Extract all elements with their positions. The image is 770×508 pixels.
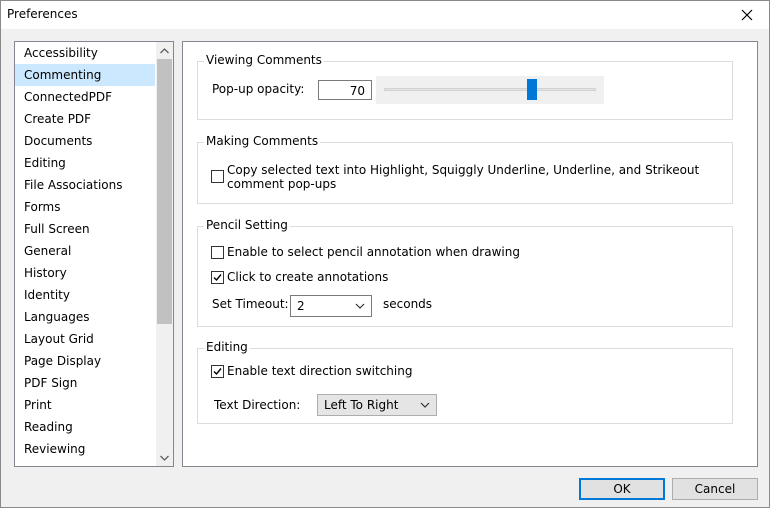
scroll-up-button[interactable] (156, 42, 173, 59)
category-item[interactable]: Accessibility (15, 42, 155, 64)
set-timeout-label: Set Timeout: (212, 297, 289, 311)
cancel-button[interactable]: Cancel (672, 478, 758, 500)
popup-opacity-slider[interactable] (376, 76, 604, 104)
preferences-dialog: Preferences Accessibility Commenting Conne… (0, 0, 770, 508)
ok-button[interactable]: OK (579, 478, 665, 500)
group-title: Pencil Setting (204, 218, 290, 232)
category-item[interactable]: Full Screen (15, 218, 155, 240)
close-icon (741, 9, 753, 21)
chevron-down-icon (420, 395, 430, 421)
category-scrollbar[interactable] (156, 42, 173, 466)
chevron-up-icon (160, 47, 169, 53)
enable-pencil-label: Enable to select pencil annotation when … (227, 245, 520, 259)
category-item[interactable]: Forms (15, 196, 155, 218)
text-direction-field-label: Text Direction: (214, 398, 301, 412)
copy-text-checkbox[interactable] (211, 170, 224, 183)
chevron-down-icon (160, 455, 169, 461)
checkmark-icon (213, 274, 222, 282)
window-title: Preferences (7, 7, 78, 21)
text-direction-select[interactable]: Left To Right (317, 394, 437, 416)
timeout-unit: seconds (383, 297, 433, 311)
category-item[interactable]: General (15, 240, 155, 262)
enable-pencil-checkbox[interactable] (211, 246, 224, 259)
category-item[interactable]: Editing (15, 152, 155, 174)
text-direction-checkbox[interactable] (211, 365, 224, 378)
category-list[interactable]: Accessibility Commenting ConnectedPDF Creat… (14, 41, 174, 467)
category-item[interactable]: PDF Sign (15, 372, 155, 394)
copy-text-label: Copy selected text into Highlight, Squig… (227, 163, 699, 191)
text-direction-label: Enable text direction switching (227, 364, 413, 378)
category-item[interactable]: Commenting (15, 64, 155, 86)
category-item[interactable]: Create PDF (15, 108, 155, 130)
pencil-setting-group: Pencil Setting Enable to select pencil a… (197, 218, 733, 327)
popup-opacity-input[interactable]: 70 (318, 80, 372, 100)
group-title: Editing (204, 340, 250, 354)
title-bar[interactable]: Preferences (1, 1, 769, 29)
category-item[interactable]: Page Display (15, 350, 155, 372)
copy-text-line-1: Copy selected text into Highlight, Squig… (227, 163, 700, 177)
category-item[interactable]: Languages (15, 306, 155, 328)
category-item[interactable]: Reviewing (15, 438, 155, 460)
timeout-value: 2 (297, 299, 305, 313)
popup-opacity-label: Pop-up opacity: (212, 82, 305, 96)
checkmark-icon (213, 368, 222, 376)
category-item[interactable]: Print (15, 394, 155, 416)
click-create-checkbox[interactable] (211, 271, 224, 284)
scroll-down-button[interactable] (156, 449, 173, 466)
click-create-label: Click to create annotations (227, 270, 389, 284)
slider-thumb[interactable] (527, 79, 538, 100)
timeout-select[interactable]: 2 (290, 295, 372, 317)
category-item[interactable]: Documents (15, 130, 155, 152)
category-item[interactable]: Layout Grid (15, 328, 155, 350)
category-item[interactable]: ConnectedPDF (15, 86, 155, 108)
close-button[interactable] (725, 1, 769, 29)
text-direction-value: Left To Right (324, 398, 399, 412)
category-item[interactable]: Identity (15, 284, 155, 306)
chevron-down-icon (355, 296, 365, 322)
category-item[interactable]: Reading (15, 416, 155, 438)
group-title: Making Comments (204, 134, 321, 148)
group-title: Viewing Comments (204, 53, 324, 67)
category-item[interactable]: History (15, 262, 155, 284)
category-item[interactable]: File Associations (15, 174, 155, 196)
viewing-comments-group: Viewing Comments Pop-up opacity: 70 (197, 53, 733, 120)
slider-track (384, 88, 596, 91)
copy-text-line-2: comment pop-ups (227, 177, 337, 191)
making-comments-group: Making Comments Copy selected text into … (197, 134, 733, 204)
editing-group: Editing Enable text direction switching … (197, 340, 733, 424)
category-items: Accessibility Commenting ConnectedPDF Creat… (15, 42, 155, 460)
scroll-thumb[interactable] (157, 59, 172, 324)
settings-panel: Viewing Comments Pop-up opacity: 70 Maki… (182, 41, 758, 467)
